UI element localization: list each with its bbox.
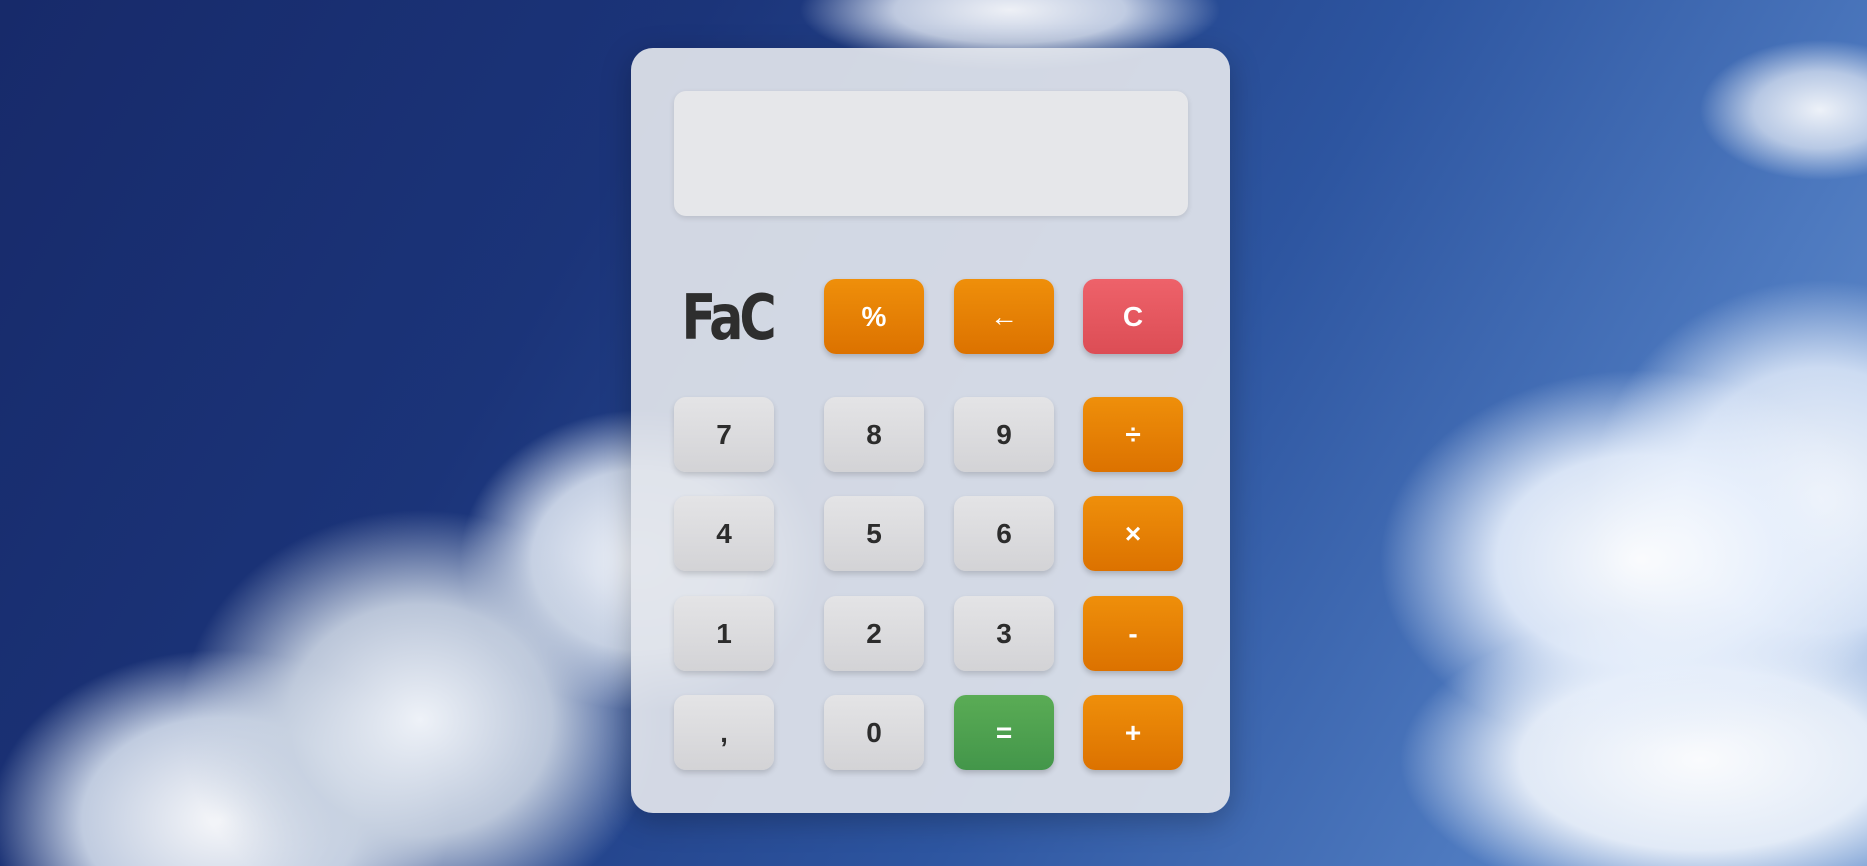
digit-5-button[interactable]: 5 xyxy=(824,496,924,571)
clear-button[interactable]: C xyxy=(1083,279,1183,354)
equals-button[interactable]: = xyxy=(954,695,1054,770)
calculator: FaC % ← C 7 8 9 ÷ 4 5 6 × 1 2 3 - , 0 = … xyxy=(631,48,1230,813)
digit-2-button[interactable]: 2 xyxy=(824,596,924,671)
digit-0-button[interactable]: 0 xyxy=(824,695,924,770)
divide-button[interactable]: ÷ xyxy=(1083,397,1183,472)
digit-3-button[interactable]: 3 xyxy=(954,596,1054,671)
brand-logo: FaC xyxy=(681,280,776,354)
digit-4-button[interactable]: 4 xyxy=(674,496,774,571)
decimal-button[interactable]: , xyxy=(674,695,774,770)
calculator-display xyxy=(674,91,1188,216)
digit-1-button[interactable]: 1 xyxy=(674,596,774,671)
digit-8-button[interactable]: 8 xyxy=(824,397,924,472)
multiply-button[interactable]: × xyxy=(1083,496,1183,571)
digit-7-button[interactable]: 7 xyxy=(674,397,774,472)
digit-6-button[interactable]: 6 xyxy=(954,496,1054,571)
add-button[interactable]: + xyxy=(1083,695,1183,770)
subtract-button[interactable]: - xyxy=(1083,596,1183,671)
digit-9-button[interactable]: 9 xyxy=(954,397,1054,472)
backspace-button[interactable]: ← xyxy=(954,279,1054,354)
percent-button[interactable]: % xyxy=(824,279,924,354)
